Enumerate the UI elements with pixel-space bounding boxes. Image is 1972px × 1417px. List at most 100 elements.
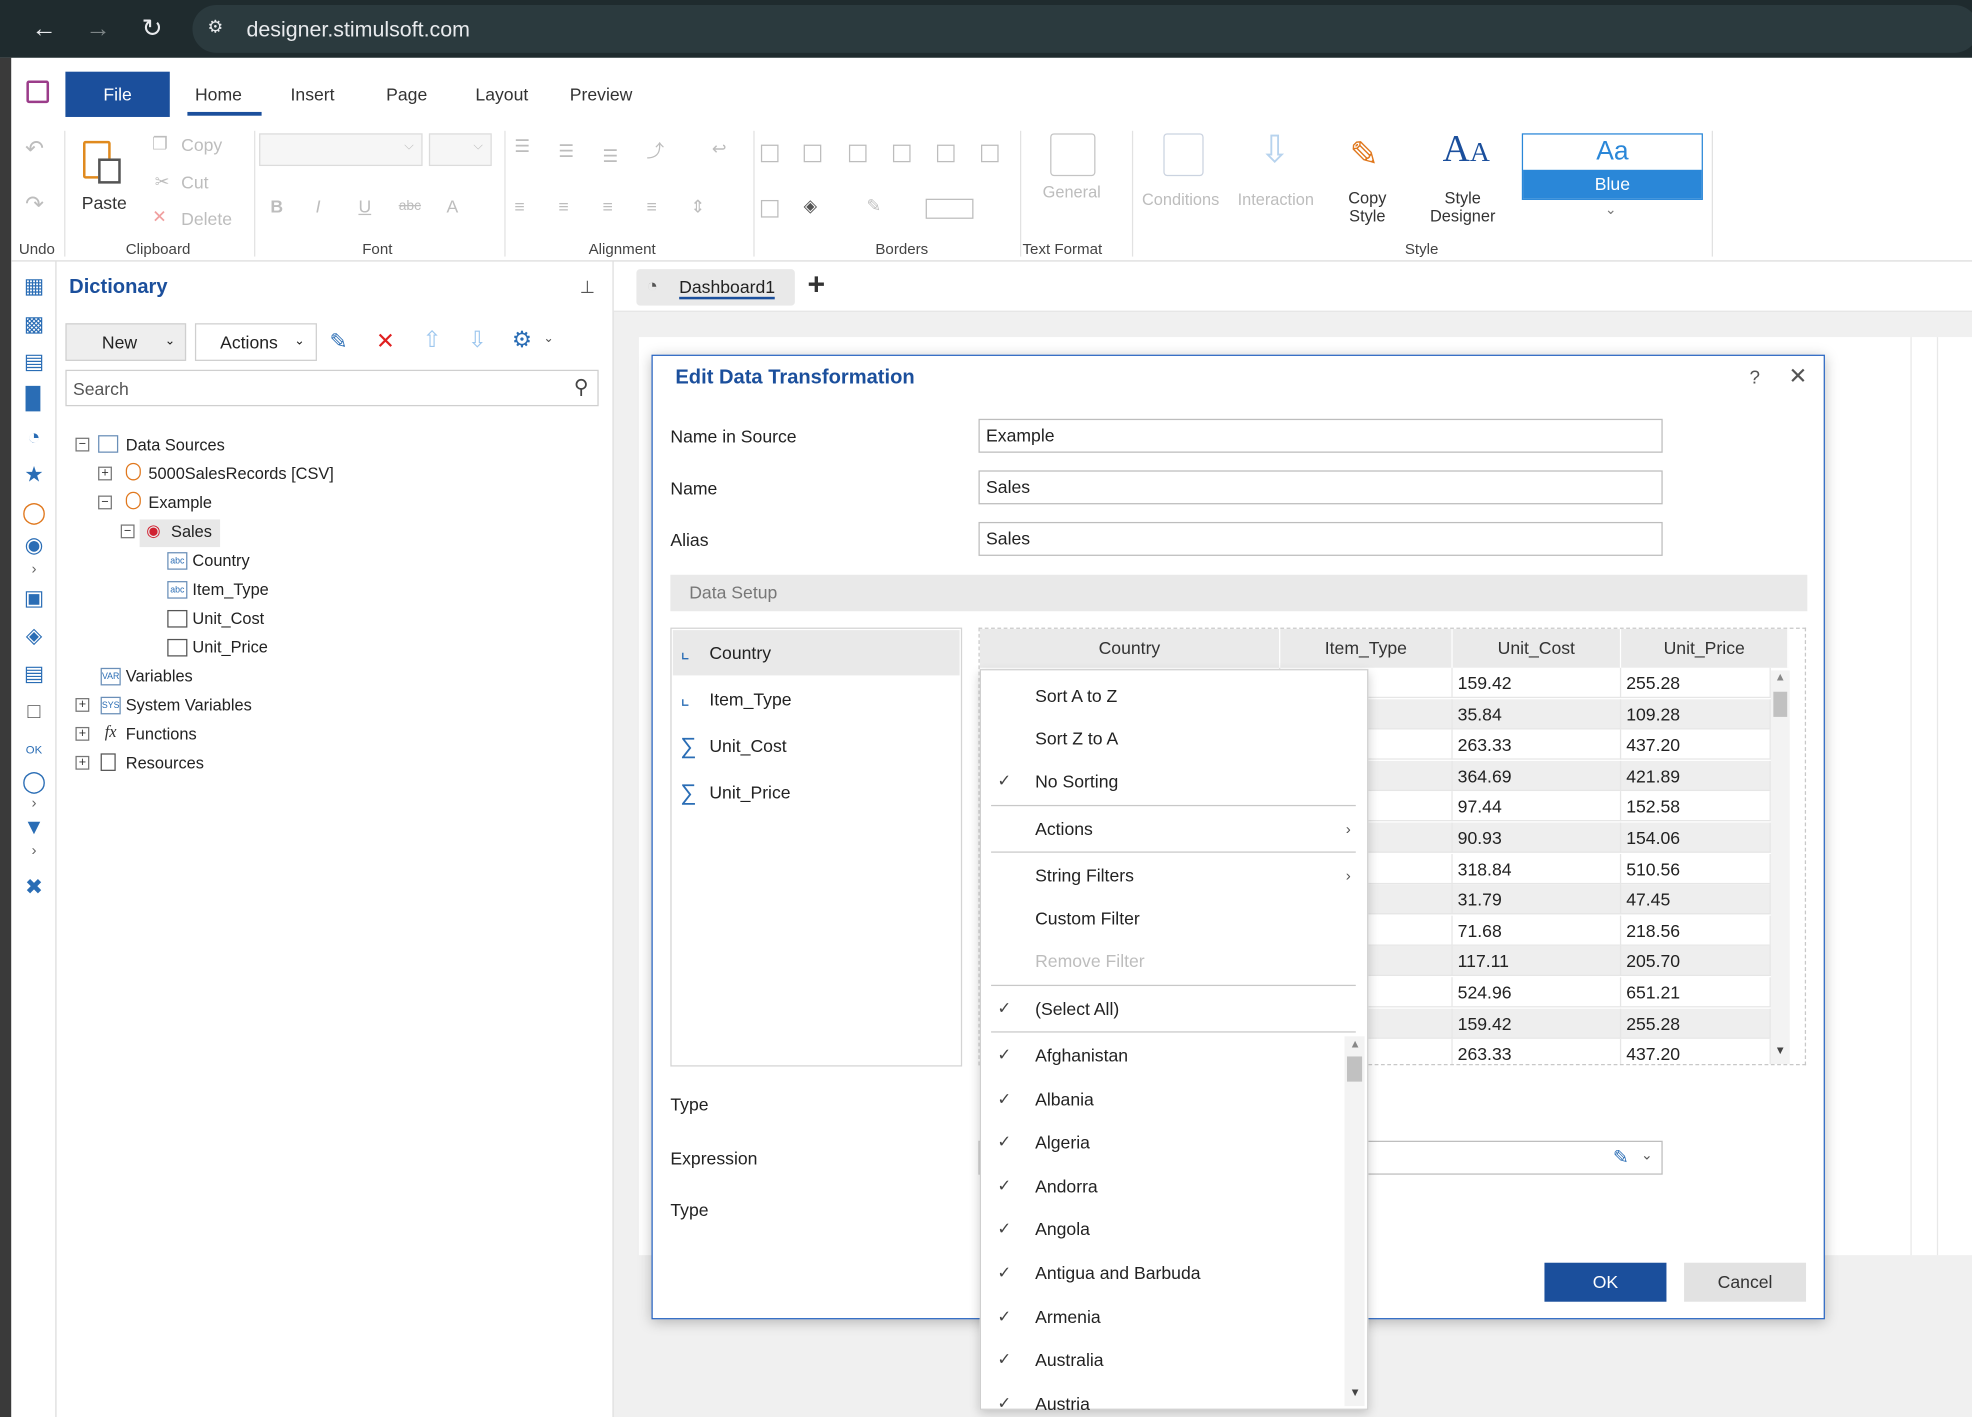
strikethrough-button[interactable]: abc — [399, 199, 421, 214]
country-filter-item[interactable]: ✓ Afghanistan — [981, 1036, 1341, 1074]
expand-icon[interactable]: + — [75, 726, 90, 741]
field-item[interactable]: ∑ Unit_Cost — [673, 723, 960, 768]
expand-icon[interactable]: + — [98, 466, 112, 481]
filter-icon[interactable]: ▼ — [21, 815, 46, 840]
field-item[interactable]: ⌞ Country — [672, 630, 960, 676]
expand-icon[interactable]: + — [75, 698, 90, 712]
pivot-icon[interactable]: ▤ — [21, 350, 46, 375]
map-icon[interactable]: ◉ — [21, 533, 46, 558]
align-left-icon[interactable]: ≡ — [514, 196, 524, 216]
copy-button[interactable]: Copy — [181, 135, 222, 155]
new-button[interactable]: New ⌄ — [65, 323, 187, 361]
border-color-icon[interactable]: ✎ — [867, 195, 882, 216]
border-all-icon[interactable] — [760, 144, 779, 163]
country-filter-item[interactable]: ✓ Albania — [981, 1080, 1341, 1118]
align-justify-icon[interactable]: ≡ — [646, 196, 656, 216]
general-format-button[interactable]: General — [1043, 182, 1101, 201]
menu-item-remove-filter[interactable]: Remove Filter — [981, 942, 1358, 980]
conditions-button[interactable]: Conditions — [1142, 190, 1219, 209]
chart-icon[interactable]: ▉ — [21, 387, 46, 412]
country-filter-item[interactable]: ✓ Andorra — [981, 1167, 1341, 1205]
collapse-icon[interactable]: − — [120, 524, 135, 539]
column-header-unit-price[interactable]: Unit_Price — [1621, 628, 1789, 668]
line-spacing-icon[interactable]: ⇕ — [690, 196, 705, 217]
address-bar[interactable]: ⚙ designer.stimulsoft.com — [192, 5, 1972, 53]
border-bottom-icon[interactable] — [981, 144, 999, 163]
cancel-button[interactable]: Cancel — [1684, 1262, 1807, 1302]
edit-expression-icon[interactable]: ✎ — [1613, 1146, 1629, 1168]
text-rotation-icon[interactable]: ⤴ — [646, 138, 664, 163]
save-icon[interactable] — [26, 80, 50, 104]
image-icon[interactable]: ▣ — [21, 586, 46, 611]
font-name-select[interactable]: ⌵ — [259, 133, 423, 167]
tree-variables[interactable]: Variables — [126, 665, 193, 688]
edit-icon[interactable]: ✎ — [330, 330, 348, 355]
copy-style-icon[interactable]: ✎ — [1350, 133, 1380, 175]
general-format-icon[interactable] — [1050, 133, 1096, 177]
tree-column[interactable]: Unit_Cost — [192, 607, 264, 630]
name-in-source-input[interactable]: Example — [978, 418, 1663, 453]
border-right-icon[interactable] — [936, 144, 955, 163]
site-settings-icon[interactable]: ⚙ — [208, 16, 224, 37]
forward-icon[interactable]: → — [82, 13, 115, 46]
progress-icon[interactable]: ◯ — [21, 501, 46, 526]
country-filter-item[interactable]: ✓ Antigua and Barbuda — [981, 1254, 1341, 1292]
italic-button[interactable]: I — [316, 196, 321, 216]
tree-data-sources[interactable]: Data Sources — [126, 434, 225, 457]
tree-system-variables[interactable]: System Variables — [126, 694, 252, 717]
align-middle-icon[interactable]: ☰ — [558, 141, 574, 162]
border-top-icon[interactable] — [892, 144, 911, 163]
column-header-item-type[interactable]: Item_Type — [1280, 628, 1453, 668]
font-size-select[interactable]: ⌵ — [428, 133, 492, 167]
menu-item-sort-za[interactable]: Sort Z to A — [981, 719, 1358, 757]
align-right-icon[interactable]: ≡ — [602, 196, 612, 216]
tree-csv-source[interactable]: 5000SalesRecords [CSV] — [148, 463, 333, 486]
name-input[interactable]: Sales — [978, 470, 1663, 505]
align-center-icon[interactable]: ≡ — [558, 196, 568, 216]
interaction-icon[interactable]: ⇩ — [1259, 128, 1291, 172]
scroll-down-icon[interactable]: ▼ — [1775, 1044, 1786, 1057]
fill-color-icon[interactable]: ◈ — [804, 195, 818, 216]
column-header-unit-cost[interactable]: Unit_Cost — [1452, 628, 1622, 668]
search-icon[interactable]: ⚲ — [574, 375, 589, 400]
tab-dashboard1[interactable]: ◔ Dashboard1 — [636, 269, 795, 306]
border-none-icon[interactable] — [760, 199, 779, 218]
settings-gear-icon[interactable]: ⚙ — [512, 327, 532, 353]
country-list-scroll-thumb[interactable] — [1346, 1056, 1363, 1082]
alias-input[interactable]: Sales — [978, 521, 1663, 556]
style-designer-button[interactable]: Style Designer — [1430, 189, 1495, 225]
menu-item-string-filters[interactable]: String Filters › — [981, 856, 1358, 894]
style-gallery-expand-icon[interactable]: ⌄ — [1605, 201, 1617, 217]
underline-button[interactable]: U — [358, 196, 371, 216]
style-designer-icon[interactable]: AA — [1443, 128, 1490, 171]
align-bottom-icon[interactable]: ☰ — [602, 146, 618, 167]
cut-button[interactable]: Cut — [181, 172, 208, 192]
paste-icon[interactable] — [80, 136, 123, 184]
move-up-icon[interactable]: ⇧ — [423, 327, 442, 353]
delete-button[interactable]: Delete — [181, 209, 232, 229]
style-gallery-blue[interactable]: Aa Blue — [1521, 133, 1703, 200]
chevron-down-icon[interactable]: ⌄ — [543, 332, 554, 346]
move-down-icon[interactable]: ⇩ — [468, 327, 487, 353]
tree-column[interactable]: Country — [192, 550, 249, 573]
chevron-down-icon[interactable]: ⌄ — [1641, 1147, 1653, 1163]
tab-file[interactable]: File — [65, 71, 170, 117]
help-button[interactable]: ? — [1749, 367, 1759, 388]
undo-icon[interactable]: ↶ — [25, 136, 44, 162]
collapse-icon[interactable]: − — [75, 437, 90, 452]
menu-item-custom-filter[interactable]: Custom Filter — [981, 899, 1358, 937]
dictionary-search-input[interactable]: Search ⚲ — [65, 369, 599, 407]
scroll-down-icon[interactable]: ▼ — [1350, 1386, 1361, 1399]
field-item[interactable]: ∑ Unit_Price — [673, 770, 960, 815]
country-filter-item[interactable]: ✓ Angola — [981, 1210, 1341, 1248]
tools-icon[interactable]: ✖ — [21, 875, 46, 900]
tree-example[interactable]: Example — [148, 492, 212, 515]
pin-icon[interactable]: ⊥ — [580, 277, 595, 298]
panel-icon[interactable]: □ — [21, 699, 46, 724]
expand-chevron-icon[interactable]: › — [21, 556, 46, 581]
cards-icon[interactable]: ▩ — [21, 312, 46, 337]
menu-item-no-sorting[interactable]: ✓ No Sorting — [981, 762, 1358, 800]
grid-scroll-thumb[interactable] — [1773, 691, 1788, 717]
copy-style-button[interactable]: Copy Style — [1348, 189, 1386, 225]
back-icon[interactable]: ← — [28, 13, 61, 46]
